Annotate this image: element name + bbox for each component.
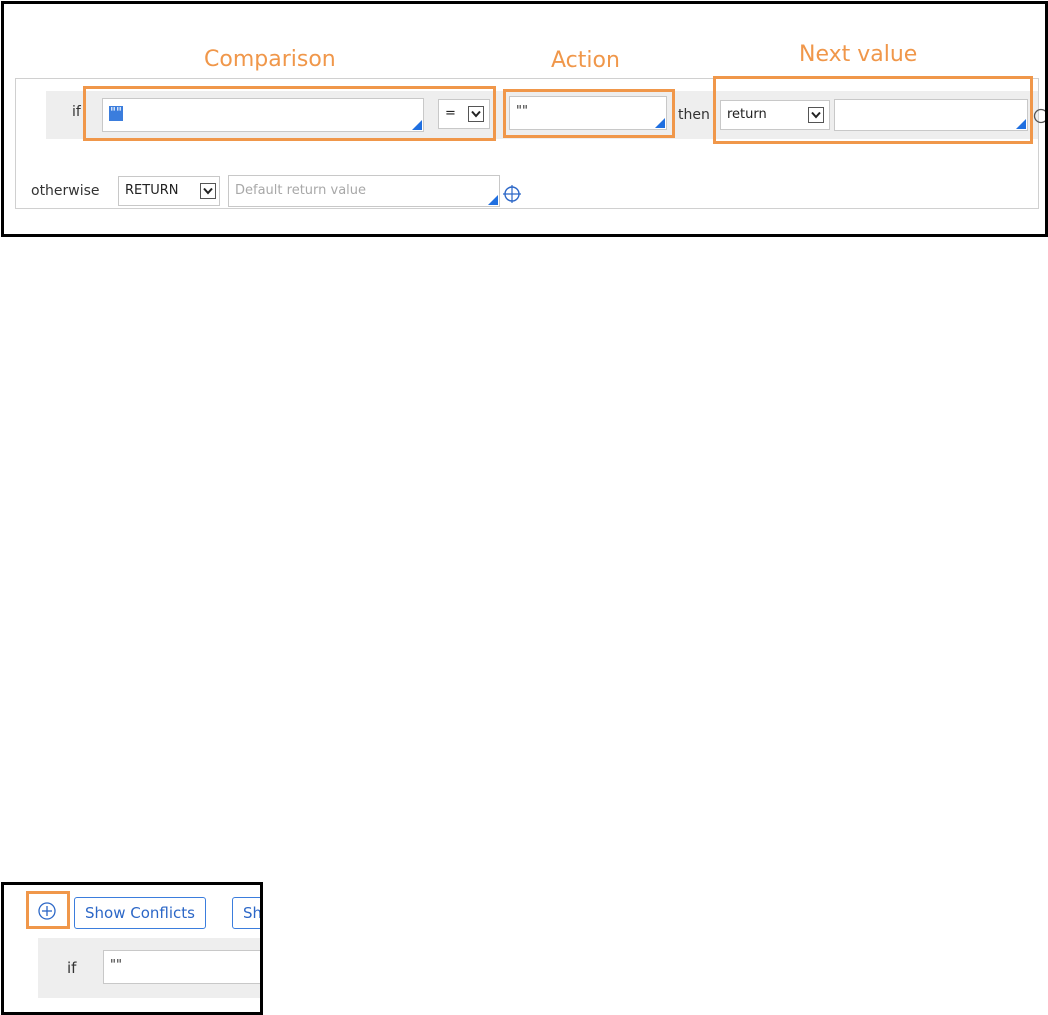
default-return-value-placeholder: Default return value — [235, 183, 367, 198]
if-keyword: if — [72, 104, 81, 120]
add-row-panel: Show Conflicts Sh if "" — [1, 882, 263, 1015]
then-keyword: then — [678, 107, 710, 123]
crosshair-icon[interactable] — [502, 184, 522, 204]
if-keyword: if — [67, 959, 77, 977]
add-row-icon[interactable] — [1033, 108, 1045, 124]
action-annotation-label: Action — [545, 46, 626, 76]
add-icon-highlight-box — [26, 891, 70, 929]
partial-button[interactable]: Sh — [232, 897, 260, 929]
next-value-highlight-box — [713, 76, 1033, 144]
chevron-down-icon — [200, 183, 216, 199]
comparison-highlight-box — [83, 86, 496, 141]
default-return-value-input[interactable]: Default return value — [228, 175, 500, 207]
next-value-annotation-label: Next value — [793, 40, 924, 70]
comparison-input-value: "" — [110, 958, 122, 973]
expand-corner-icon — [488, 195, 498, 205]
otherwise-keyword: otherwise — [31, 183, 100, 199]
comparison-input[interactable]: "" — [103, 950, 260, 984]
otherwise-mode-select-value: RETURN — [125, 183, 179, 198]
show-conflicts-button[interactable]: Show Conflicts — [74, 897, 206, 929]
decision-rule-panel: Comparison Action Next value if "" = "" … — [1, 1, 1048, 237]
action-highlight-box — [503, 89, 675, 138]
otherwise-mode-select[interactable]: RETURN — [118, 176, 220, 206]
comparison-annotation-label: Comparison — [198, 45, 342, 75]
